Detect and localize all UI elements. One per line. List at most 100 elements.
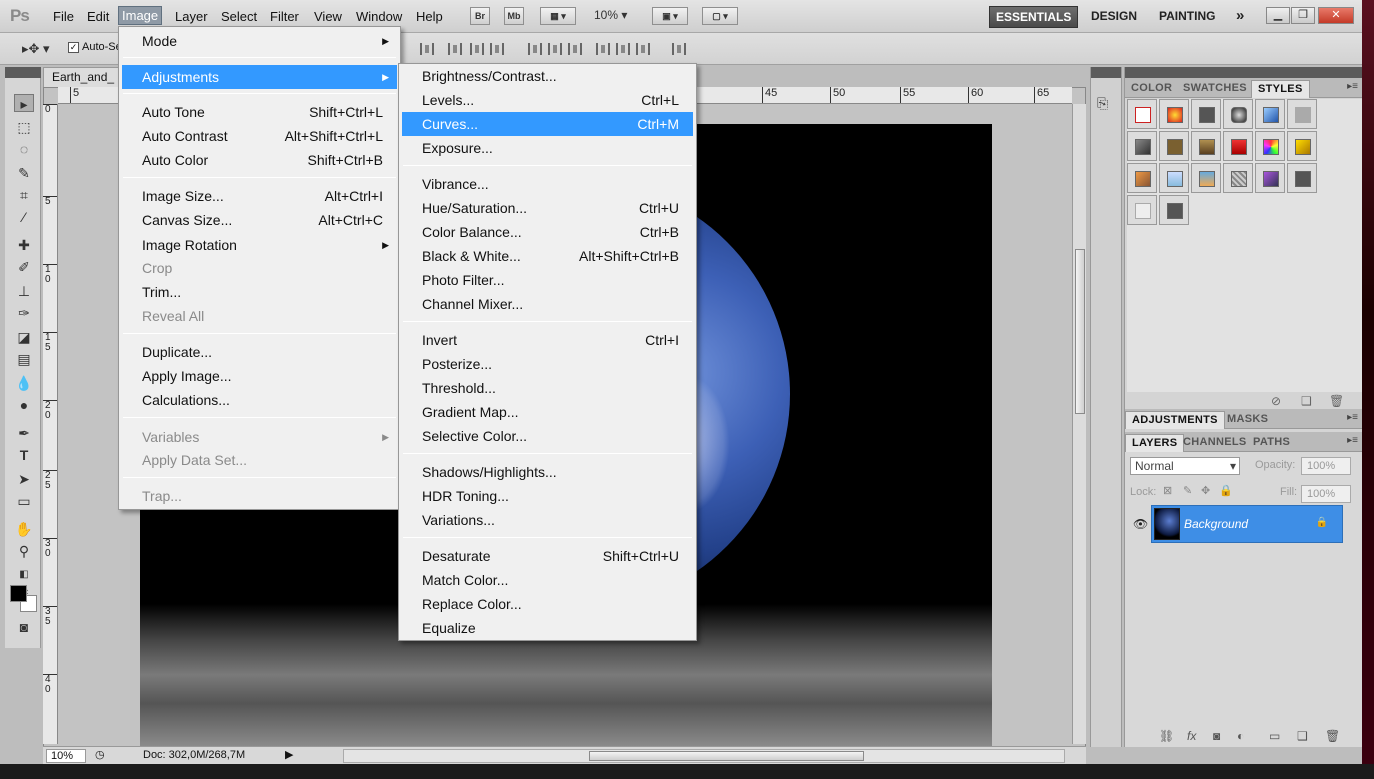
pen-tool-icon[interactable]: ✒ — [14, 424, 34, 442]
lock-image-icon[interactable]: ✎ — [1183, 484, 1192, 497]
distribute-icon[interactable] — [548, 43, 562, 55]
workspace-painting[interactable]: PAINTING — [1153, 6, 1221, 28]
menu-item-replace-color[interactable]: Replace Color... — [402, 592, 693, 616]
menu-item-calculations[interactable]: Calculations... — [122, 388, 397, 412]
tab-paths[interactable]: PATHS — [1247, 434, 1296, 452]
status-zoom-field[interactable]: 10% — [46, 749, 86, 763]
brush-tool-icon[interactable]: ✐ — [14, 258, 34, 276]
menu-item-gradient-map[interactable]: Gradient Map... — [402, 400, 693, 424]
more-workspaces-icon[interactable]: » — [1230, 6, 1250, 28]
extras-menu-button[interactable]: ▦ ▾ — [540, 7, 576, 25]
tab-layers[interactable]: LAYERS — [1125, 434, 1185, 452]
style-swatch[interactable] — [1223, 99, 1253, 129]
history-brush-tool-icon[interactable]: ✑ — [14, 304, 34, 322]
menu-window[interactable]: Window — [353, 8, 405, 25]
tab-channels[interactable]: CHANNELS — [1177, 434, 1253, 452]
quick-selection-tool-icon[interactable]: ✎ — [14, 164, 34, 182]
menu-item-channel-mixer[interactable]: Channel Mixer... — [402, 292, 693, 316]
style-swatch[interactable] — [1191, 99, 1221, 129]
align-icon[interactable] — [470, 43, 484, 55]
menu-item-posterize[interactable]: Posterize... — [402, 352, 693, 376]
horizontal-scrollbar[interactable] — [343, 749, 1065, 763]
new-layer-icon[interactable]: ❑ — [1297, 729, 1308, 743]
tab-masks[interactable]: MASKS — [1221, 411, 1274, 429]
shape-tool-icon[interactable]: ▭ — [14, 492, 34, 510]
tab-adjustments[interactable]: ADJUSTMENTS — [1125, 411, 1225, 429]
style-swatch[interactable] — [1191, 163, 1221, 193]
menu-item-variations[interactable]: Variations... — [402, 508, 693, 532]
menu-item-shadows-highlights[interactable]: Shadows/Highlights... — [402, 460, 693, 484]
document-tab[interactable]: Earth_and_ — [43, 67, 123, 87]
menu-item-auto-color[interactable]: Auto Color Shift+Ctrl+B — [122, 148, 397, 172]
workspace-design[interactable]: DESIGN — [1085, 6, 1143, 28]
foreground-color-swatch[interactable] — [10, 585, 27, 602]
style-swatch[interactable] — [1255, 163, 1285, 193]
lasso-tool-icon[interactable]: ◌ — [14, 140, 34, 158]
panel-menu-icon[interactable]: ▸≡ — [1347, 412, 1358, 423]
screen-mode-button[interactable]: ▢ ▾ — [702, 7, 738, 25]
menu-item-duplicate[interactable]: Duplicate... — [122, 340, 397, 364]
move-tool-icon[interactable]: ▸ — [14, 94, 34, 112]
layer-row-background[interactable]: Background 🔒 — [1151, 505, 1343, 543]
style-swatch[interactable] — [1255, 99, 1285, 129]
style-swatch[interactable] — [1127, 131, 1157, 161]
auto-select-checkbox[interactable]: ✓ Auto-Se — [68, 41, 122, 53]
menu-item-black-white[interactable]: Black & White... Alt+Shift+Ctrl+B — [402, 244, 693, 268]
menu-item-threshold[interactable]: Threshold... — [402, 376, 693, 400]
style-swatch[interactable] — [1159, 195, 1189, 225]
eraser-tool-icon[interactable]: ◪ — [14, 328, 34, 346]
zoom-level-select[interactable]: 10% ▾ — [594, 8, 627, 22]
menu-item-invert[interactable]: Invert Ctrl+I — [402, 328, 693, 352]
style-swatch[interactable] — [1127, 99, 1157, 129]
mini-bridge-button[interactable]: Mb — [504, 7, 524, 25]
menu-edit[interactable]: Edit — [84, 8, 112, 25]
blur-tool-icon[interactable]: 💧 — [14, 374, 34, 392]
dodge-tool-icon[interactable]: ● — [14, 396, 34, 414]
menu-item-image-size[interactable]: Image Size... Alt+Ctrl+I — [122, 184, 397, 208]
status-info-icon[interactable]: ◷ — [95, 748, 105, 761]
clear-style-icon[interactable]: ⊘ — [1271, 394, 1281, 408]
style-swatch[interactable] — [1159, 99, 1189, 129]
type-tool-icon[interactable]: T — [14, 446, 34, 464]
healing-brush-tool-icon[interactable]: ✚ — [14, 236, 34, 254]
menu-item-canvas-size[interactable]: Canvas Size... Alt+Ctrl+C — [122, 208, 397, 232]
align-icon[interactable] — [448, 43, 462, 55]
horizontal-scroll-thumb[interactable] — [589, 751, 864, 761]
style-swatch[interactable] — [1223, 163, 1253, 193]
menu-select[interactable]: Select — [218, 8, 260, 25]
menu-item-color-balance[interactable]: Color Balance... Ctrl+B — [402, 220, 693, 244]
blend-mode-select[interactable]: Normal — [1130, 457, 1240, 475]
new-group-icon[interactable]: ▭ — [1269, 729, 1280, 743]
tab-swatches[interactable]: SWATCHES — [1177, 80, 1253, 98]
restore-icon[interactable]: ❐ — [1291, 7, 1315, 24]
auto-align-icon[interactable] — [672, 43, 686, 55]
style-swatch[interactable] — [1127, 195, 1157, 225]
lock-all-icon[interactable]: 🔒 — [1219, 484, 1233, 497]
menu-file[interactable]: File — [50, 8, 77, 25]
menu-item-photo-filter[interactable]: Photo Filter... — [402, 268, 693, 292]
menu-item-mode[interactable]: Mode ▶ — [122, 29, 397, 53]
delete-style-icon[interactable]: 🗑 — [1329, 394, 1344, 408]
delete-layer-icon[interactable]: 🗑 — [1325, 729, 1340, 743]
zoom-tool-icon[interactable]: ⚲ — [14, 542, 34, 560]
tab-styles[interactable]: STYLES — [1251, 80, 1310, 98]
menu-image[interactable]: Image — [118, 6, 163, 25]
vertical-scrollbar[interactable] — [1072, 104, 1086, 744]
quick-mask-icon[interactable]: ◙ — [14, 618, 34, 636]
tab-color[interactable]: COLOR — [1125, 80, 1178, 98]
layer-style-icon[interactable]: fx — [1187, 729, 1196, 743]
distribute-icon[interactable] — [596, 43, 610, 55]
menu-view[interactable]: View — [311, 8, 345, 25]
menu-item-equalize[interactable]: Equalize — [402, 616, 693, 640]
style-swatch[interactable] — [1223, 131, 1253, 161]
workspace-essentials[interactable]: ESSENTIALS — [989, 6, 1079, 28]
menu-item-levels[interactable]: Levels... Ctrl+L — [402, 88, 693, 112]
swap-colors-icon[interactable]: ◧ ⇄ — [14, 566, 34, 598]
panel-menu-icon[interactable]: ▸≡ — [1347, 435, 1358, 446]
menu-item-adjustments[interactable]: Adjustments ▶ — [122, 65, 397, 89]
marquee-tool-icon[interactable]: ⬚ — [14, 118, 34, 136]
menu-item-brightness-contrast[interactable]: Brightness/Contrast... — [402, 64, 693, 88]
menu-item-desaturate[interactable]: Desaturate Shift+Ctrl+U — [402, 544, 693, 568]
distribute-icon[interactable] — [568, 43, 582, 55]
adjustment-layer-icon[interactable]: ◐ — [1237, 729, 1244, 743]
